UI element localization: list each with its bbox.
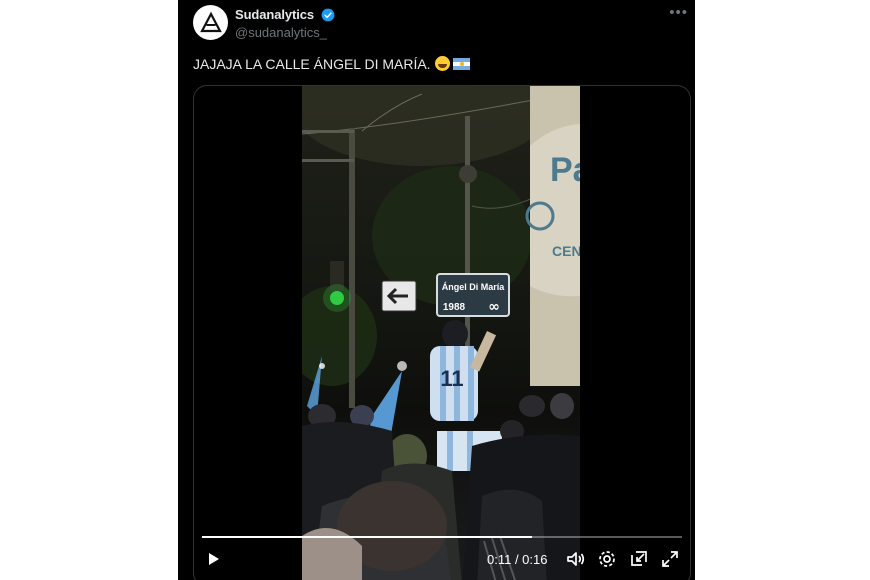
logo-icon [199,11,222,32]
avatar[interactable] [193,5,228,40]
video-scene: Pa CEN Ángel Di María 1988 ∞ 11 [302,86,580,580]
tweet-body: JAJAJA LA CALLE ÁNGEL DI MARÍA. [193,56,431,72]
play-icon[interactable] [202,548,224,570]
video-player[interactable]: Pa CEN Ángel Di María 1988 ∞ 11 [193,85,691,580]
volume-icon[interactable] [564,548,586,570]
settings-gear-icon[interactable] [596,548,618,570]
street-sign-name: Ángel Di María [442,282,506,292]
video-frame[interactable]: Pa CEN Ángel Di María 1988 ∞ 11 [302,86,580,580]
tweet-card: Sudanalytics @sudanalytics_ ••• JAJAJA L… [178,0,695,580]
argentina-flag-icon [452,58,470,70]
fullscreen-icon[interactable] [659,548,681,570]
storefront-text-2: CEN [552,243,580,259]
video-controls: 0:11 / 0:16 [194,548,690,578]
more-options-icon[interactable]: ••• [669,4,688,21]
progress-fill [202,536,532,538]
picture-in-picture-icon[interactable] [628,548,650,570]
time-display: 0:11 / 0:16 [487,552,548,567]
tweet-text: JAJAJA LA CALLE ÁNGEL DI MARÍA. [193,56,470,72]
grinning-sweat-emoji-icon [434,56,450,71]
handle[interactable]: @sudanalytics_ [235,25,327,40]
progress-bar[interactable] [202,536,682,538]
jersey-number: 11 [440,366,463,391]
street-sign-symbol: ∞ [488,299,500,315]
verified-badge-icon [321,8,335,22]
storefront-text: Pa [550,151,580,189]
street-sign-year: 1988 [443,302,466,313]
display-name[interactable]: Sudanalytics [235,7,314,22]
